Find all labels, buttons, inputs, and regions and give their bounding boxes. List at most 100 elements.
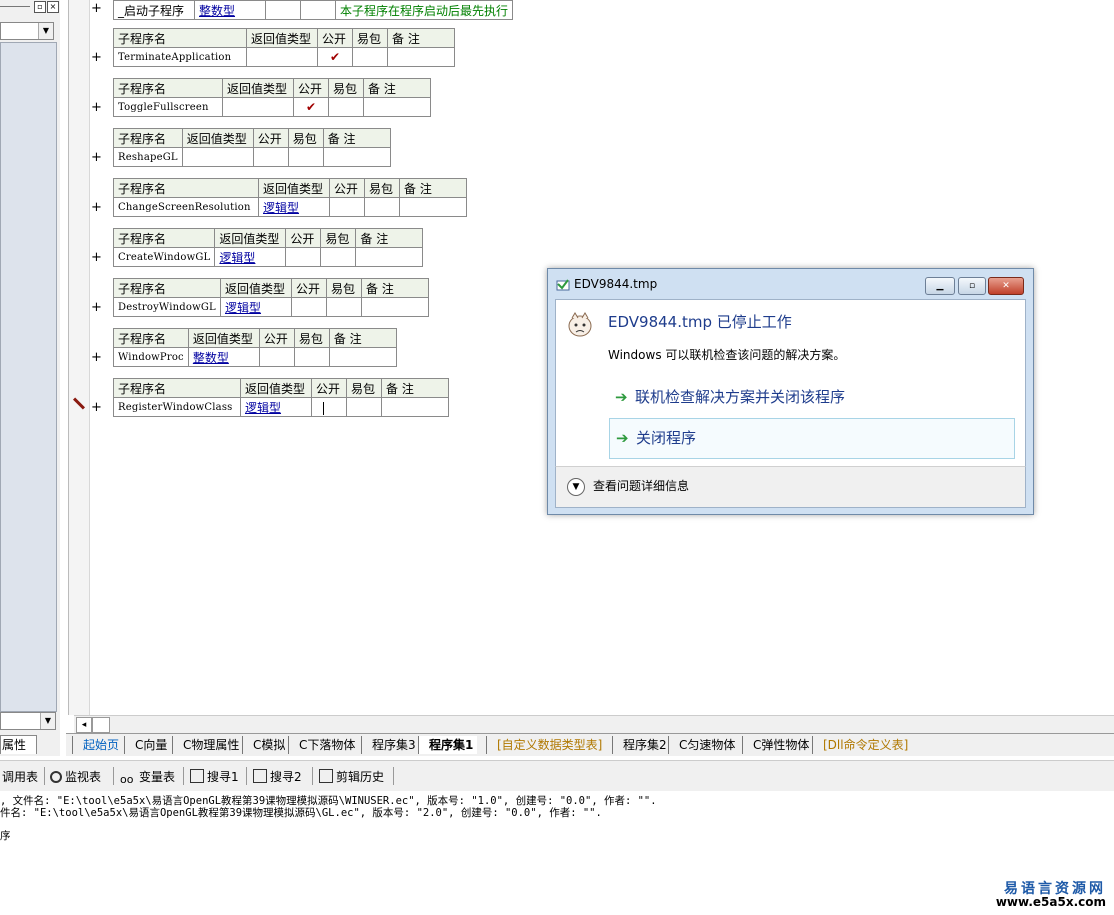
dialog-body: EDV9844.tmp 已停止工作 Windows 可以联机检查该问题的解决方案… (555, 299, 1026, 467)
tab-0[interactable]: 起始页 (72, 736, 123, 754)
close-program-option[interactable]: ➔ 关闭程序 (609, 418, 1015, 459)
sub-name[interactable]: _启动子程序 (113, 0, 195, 20)
expand-toggle[interactable]: + (91, 1, 102, 16)
expand-toggle[interactable]: + (91, 50, 102, 65)
search1-button[interactable]: 搜寻1 (190, 768, 239, 785)
sub-easy[interactable] (326, 297, 362, 317)
sub-name[interactable]: ToggleFullscreen (113, 97, 223, 117)
sub-return-type[interactable] (181, 147, 254, 167)
sub-public[interactable] (258, 347, 295, 367)
panel-close-button[interactable]: × (47, 1, 59, 13)
app-icon (556, 279, 570, 291)
search2-button[interactable]: 搜寻2 (253, 768, 302, 785)
sub-easy[interactable] (287, 147, 324, 167)
tab-10[interactable]: C弹性物体 (742, 736, 813, 754)
sub-note[interactable] (399, 197, 467, 217)
dialog-footer: ▼ 查看问题详细信息 (555, 466, 1026, 508)
sub-note[interactable] (381, 397, 449, 417)
sub-table: 子程序名 返回值类型 公开 易包备 注 ReshapeGL (113, 128, 391, 167)
tab-6[interactable]: 程序集1 (418, 736, 478, 754)
output-panel[interactable]: , 文件名: "E:\tool\e5a5x\易语言OpenGL教程第39课物理模… (0, 791, 1114, 915)
horizontal-scrollbar[interactable]: ◂ (74, 715, 1114, 733)
sub-name[interactable]: ChangeScreenResolution (113, 197, 259, 217)
sub-name[interactable]: ReshapeGL (113, 147, 183, 167)
sub-note[interactable] (387, 47, 455, 67)
sub-note[interactable] (328, 347, 397, 367)
sub-name[interactable]: DestroyWindowGL (113, 297, 221, 317)
chevron-down-icon[interactable]: ▼ (40, 713, 55, 729)
expand-toggle[interactable]: + (91, 250, 102, 265)
object-selector[interactable]: ▼ (0, 22, 54, 40)
sub-public[interactable]: ✔ (293, 97, 329, 117)
sub-public[interactable] (329, 197, 365, 217)
sub-return-type[interactable]: 逻辑型 (220, 297, 292, 317)
sub-return-type[interactable] (246, 47, 318, 67)
tab-4[interactable]: C下落物体 (288, 736, 359, 754)
sub-return-type[interactable]: 整数型 (187, 347, 260, 367)
expand-toggle[interactable]: + (91, 100, 102, 115)
watch-table-button[interactable]: 监视表 (50, 768, 101, 785)
sub-public[interactable] (285, 247, 322, 267)
property-list[interactable] (0, 42, 57, 712)
sub-public[interactable] (291, 297, 327, 317)
watermark-url: www.e5a5x.com (995, 895, 1106, 909)
clip-history-button[interactable]: 剪辑历史 (319, 768, 384, 785)
scroll-thumb[interactable] (92, 717, 110, 733)
scroll-left-button[interactable]: ◂ (76, 717, 92, 733)
minimize-button[interactable]: ▁ (925, 277, 955, 295)
sub-note[interactable]: 本子程序在程序启动后最先执行 (334, 0, 514, 20)
sub-return-type[interactable]: 逻辑型 (258, 197, 330, 217)
tab-7[interactable]: [自定义数据类型表] (486, 736, 606, 754)
panel-restore-button[interactable]: ▫ (34, 1, 46, 13)
sub-name[interactable]: WindowProc (113, 347, 189, 367)
tab-1[interactable]: C向量 (124, 736, 171, 754)
sub-return-type[interactable]: 逻辑型 (214, 247, 287, 267)
close-button[interactable]: ✕ (988, 277, 1024, 295)
tab-5[interactable]: 程序集3 (361, 736, 420, 754)
expand-toggle[interactable]: + (91, 300, 102, 315)
sub-name[interactable]: TerminateApplication (113, 47, 247, 67)
tab-properties[interactable]: 属性 (0, 735, 37, 754)
sub-return-type[interactable] (222, 97, 294, 117)
chevron-down-icon[interactable]: ▼ (567, 477, 585, 496)
sub-easy[interactable] (352, 47, 388, 67)
tab-9[interactable]: C匀速物体 (668, 736, 739, 754)
sub-easy[interactable] (293, 347, 330, 367)
tab-3[interactable]: C模拟 (242, 736, 289, 754)
panel-title-line (0, 6, 30, 7)
chevron-down-icon[interactable]: ▼ (38, 23, 53, 39)
header-easy: 易包 (320, 228, 357, 248)
call-table-button[interactable]: 调用表 (2, 768, 38, 785)
expand-toggle[interactable]: + (91, 200, 102, 215)
sub-note[interactable] (322, 147, 391, 167)
sub-name[interactable]: CreateWindowGL (112, 247, 216, 267)
expand-toggle[interactable]: + (91, 400, 102, 415)
tab-11[interactable]: [Dll命令定义表] (812, 736, 912, 754)
check-online-option[interactable]: ➔ 联机检查解决方案并关闭该程序 (609, 378, 1013, 417)
sub-return-type[interactable]: 逻辑型 (240, 397, 312, 417)
bottom-selector[interactable]: ▼ (0, 712, 56, 730)
header-note: 备 注 (328, 328, 397, 348)
sub-public[interactable] (265, 0, 301, 20)
sub-name[interactable]: RegisterWindowClass (113, 397, 241, 417)
sub-easy[interactable] (300, 0, 336, 20)
sub-easy[interactable] (364, 197, 400, 217)
sub-return-type[interactable]: 整数型 (194, 0, 266, 20)
maximize-button[interactable]: ▫ (958, 277, 986, 295)
sub-note[interactable] (363, 97, 431, 117)
document-tabs: 起始页 C向量 C物理属性 C模拟 C下落物体 程序集3 程序集1 [自定义数据类型表] 程序集… (66, 733, 1114, 756)
tab-2[interactable]: C物理属性 (172, 736, 243, 754)
details-toggle[interactable]: ▼ 查看问题详细信息 (567, 477, 689, 496)
sub-public[interactable] (311, 397, 347, 417)
sub-note[interactable] (361, 297, 429, 317)
sub-easy[interactable] (346, 397, 382, 417)
sub-note[interactable] (355, 247, 424, 267)
tab-8[interactable]: 程序集2 (612, 736, 671, 754)
sub-easy[interactable] (328, 97, 364, 117)
variable-table-button[interactable]: oo 变量表 (120, 768, 175, 786)
sub-easy[interactable] (320, 247, 357, 267)
sub-public[interactable]: ✔ (317, 47, 353, 67)
sub-public[interactable] (252, 147, 289, 167)
expand-toggle[interactable]: + (91, 350, 102, 365)
expand-toggle[interactable]: + (91, 150, 102, 165)
